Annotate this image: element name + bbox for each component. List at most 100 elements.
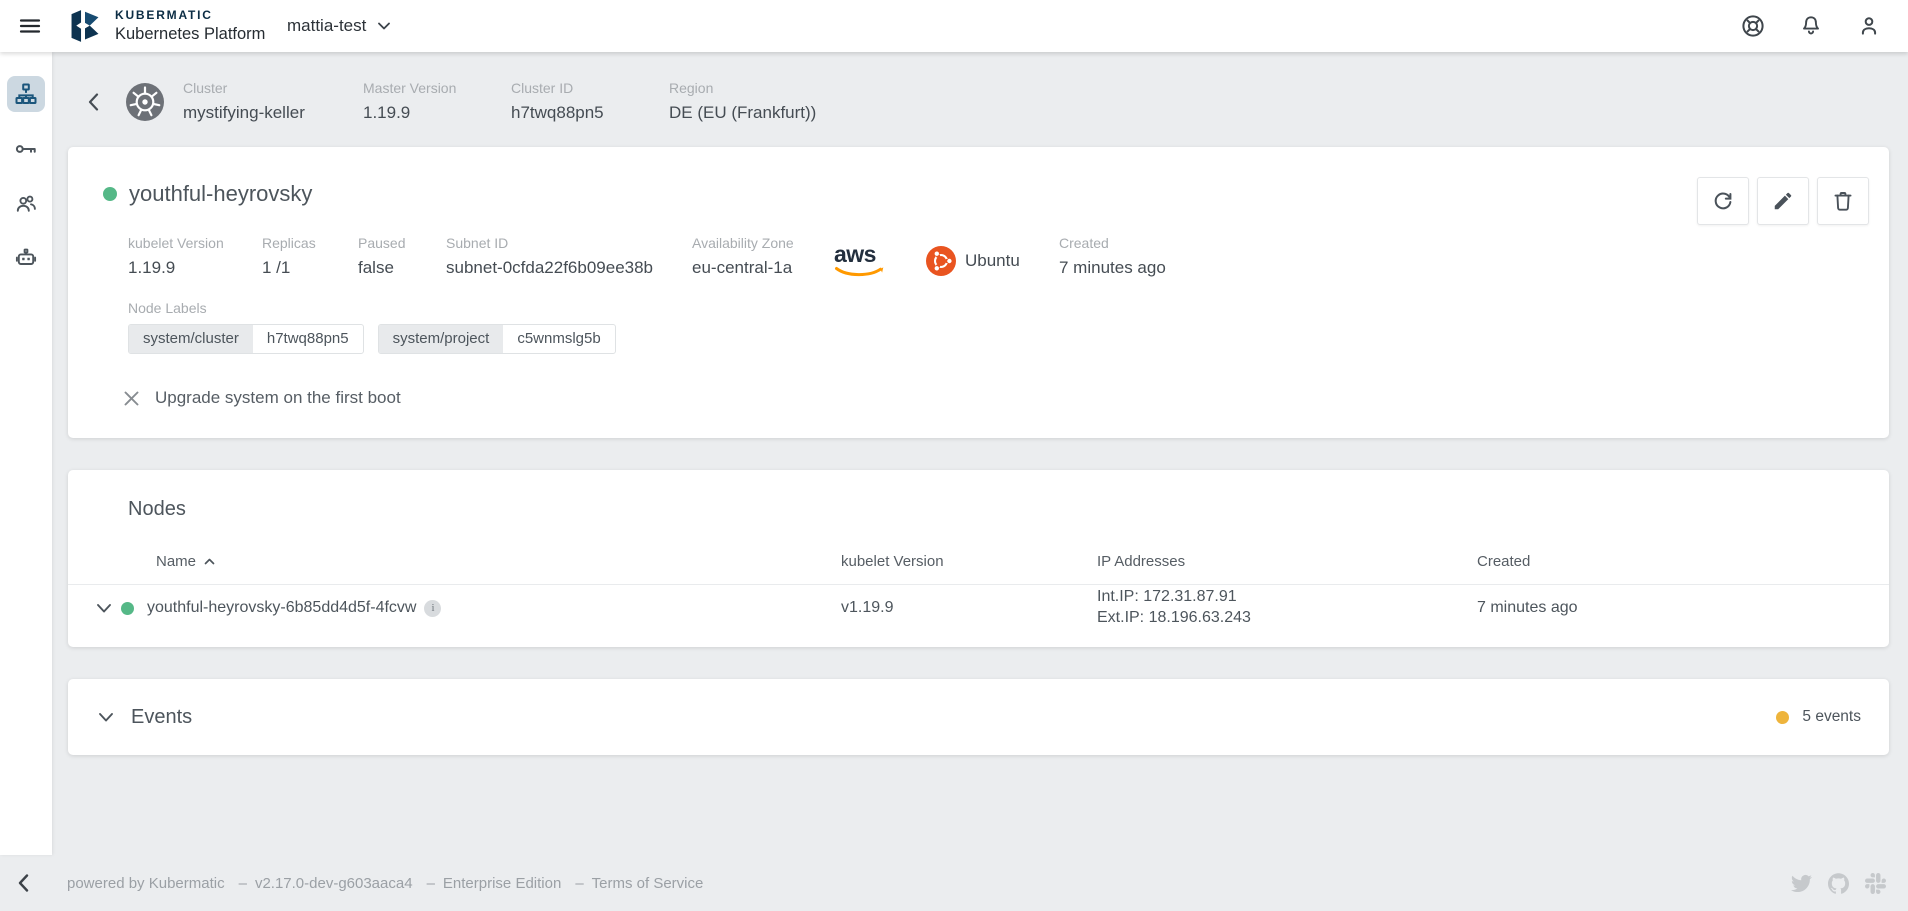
field-label: Master Version bbox=[363, 80, 493, 96]
kubernetes-icon bbox=[125, 82, 165, 122]
paused: false bbox=[358, 258, 446, 278]
node-labels-block: Node Labels system/cluster h7twq88pn5 sy… bbox=[128, 300, 1869, 354]
delete-button[interactable] bbox=[1817, 177, 1869, 225]
node-ip-addresses: Int.IP: 172.31.87.91 Ext.IP: 18.196.63.2… bbox=[1097, 587, 1477, 629]
column-header-created: Created bbox=[1477, 553, 1889, 570]
column-header-kubelet-version: kubelet Version bbox=[841, 553, 1097, 570]
refresh-button[interactable] bbox=[1697, 177, 1749, 225]
project-name: mattia-test bbox=[287, 16, 366, 36]
kubelet-version-field: kubelet Version 1.19.9 bbox=[128, 235, 262, 278]
hamburger-menu-icon[interactable] bbox=[14, 10, 46, 42]
os-name: Ubuntu bbox=[965, 251, 1020, 271]
node-label-chip: system/project c5wnmslg5b bbox=[378, 324, 616, 354]
aws-logo: aws bbox=[834, 243, 926, 278]
availability-zone: eu-central-1a bbox=[692, 258, 834, 278]
sidebar bbox=[0, 52, 52, 855]
twitter-icon[interactable] bbox=[1791, 873, 1812, 894]
events-heading: Events bbox=[131, 706, 192, 729]
sidebar-item-clusters[interactable] bbox=[7, 76, 45, 112]
brand-subtitle: Kubernetes Platform bbox=[115, 25, 265, 44]
subnet-id-field: Subnet ID subnet-0cfda22f6b09ee38b bbox=[446, 235, 692, 278]
events-count: 5 events bbox=[1802, 708, 1861, 726]
nodes-table-header: Name kubelet Version IP Addresses Create… bbox=[68, 553, 1889, 585]
nodes-card: Nodes Name kubelet Version IP Addresses … bbox=[68, 470, 1889, 647]
field-label: Cluster ID bbox=[511, 80, 651, 96]
sidebar-collapse-button[interactable] bbox=[14, 870, 33, 896]
replicas: 1 /1 bbox=[262, 258, 358, 278]
cluster-summary-bar: Cluster mystifying-keller Master Version… bbox=[68, 52, 1889, 147]
machine-deployment-title: youthful-heyrovsky bbox=[129, 181, 312, 207]
cluster-field: Cluster mystifying-keller bbox=[183, 80, 345, 123]
operating-system: Ubuntu bbox=[926, 246, 1059, 278]
edition: Enterprise Edition bbox=[443, 875, 561, 892]
field-label: Subnet ID bbox=[446, 235, 692, 251]
paused-field: Paused false bbox=[358, 235, 446, 278]
row-expand-button[interactable] bbox=[96, 603, 112, 614]
internal-ip: Int.IP: 172.31.87.91 bbox=[1097, 587, 1477, 608]
github-icon[interactable] bbox=[1828, 873, 1849, 894]
powered-by: powered by Kubermatic bbox=[67, 875, 225, 892]
kubermatic-logo bbox=[66, 7, 104, 45]
help-icon[interactable] bbox=[1740, 13, 1766, 39]
app-version: v2.17.0-dev-g603aaca4 bbox=[255, 875, 413, 892]
top-bar: KUBERMATIC Kubernetes Platform mattia-te… bbox=[0, 0, 1908, 52]
edit-icon bbox=[1772, 190, 1794, 212]
delete-icon bbox=[1831, 189, 1855, 213]
availability-zone-field: Availability Zone eu-central-1a bbox=[692, 235, 834, 278]
brand[interactable]: KUBERMATIC Kubernetes Platform bbox=[66, 7, 265, 45]
footer: powered by Kubermatic – v2.17.0-dev-g603… bbox=[0, 855, 1908, 911]
node-label-chip: system/cluster h7twq88pn5 bbox=[128, 324, 364, 354]
region: DE (EU (Frankfurt)) bbox=[669, 103, 816, 123]
project-selector[interactable]: mattia-test bbox=[287, 16, 390, 36]
chevron-down-icon bbox=[378, 22, 390, 30]
cluster-id: h7twq88pn5 bbox=[511, 103, 651, 123]
cluster-name: mystifying-keller bbox=[183, 103, 345, 123]
field-label: Created bbox=[1059, 235, 1166, 251]
chevron-down-icon bbox=[98, 712, 114, 723]
sidebar-item-service-accounts[interactable] bbox=[7, 241, 45, 277]
master-version: 1.19.9 bbox=[363, 103, 493, 123]
sidebar-serviceaccounts-icon bbox=[14, 247, 38, 271]
sidebar-item-ssh-keys[interactable] bbox=[7, 131, 45, 167]
user-icon[interactable] bbox=[1856, 13, 1882, 39]
field-label: Cluster bbox=[183, 80, 345, 96]
replicas-field: Replicas 1 /1 bbox=[262, 235, 358, 278]
refresh-icon bbox=[1711, 189, 1735, 213]
slack-icon[interactable] bbox=[1865, 873, 1886, 894]
field-label: Replicas bbox=[262, 235, 358, 251]
events-card: Events 5 events bbox=[68, 679, 1889, 755]
label-value: c5wnmslg5b bbox=[503, 325, 614, 353]
close-icon bbox=[123, 390, 140, 407]
events-warning-dot bbox=[1776, 711, 1789, 724]
terms-of-service-link[interactable]: Terms of Service bbox=[592, 875, 704, 892]
cluster-id-field: Cluster ID h7twq88pn5 bbox=[511, 80, 651, 123]
created-field: Created 7 minutes ago bbox=[1059, 235, 1166, 278]
chevron-left-icon bbox=[18, 874, 29, 892]
events-expander[interactable]: Events bbox=[98, 706, 192, 729]
node-table-row: youthful-heyrovsky-6b85dd4d5f-4fcvw v1.1… bbox=[68, 585, 1889, 647]
aws-logo-text: aws bbox=[834, 243, 876, 266]
bell-icon[interactable] bbox=[1798, 13, 1824, 39]
upgrade-note: Upgrade system on the first boot bbox=[155, 388, 401, 408]
label-key: system/cluster bbox=[129, 325, 253, 353]
region-field: Region DE (EU (Frankfurt)) bbox=[669, 80, 816, 123]
sidebar-sshkeys-icon bbox=[14, 137, 38, 161]
edit-button[interactable] bbox=[1757, 177, 1809, 225]
sidebar-item-members[interactable] bbox=[7, 186, 45, 222]
field-label: Availability Zone bbox=[692, 235, 834, 251]
chevron-down-icon bbox=[96, 603, 112, 614]
node-status-dot bbox=[121, 602, 134, 615]
nodes-heading: Nodes bbox=[68, 498, 1889, 521]
label-value: h7twq88pn5 bbox=[253, 325, 363, 353]
status-dot bbox=[103, 187, 117, 201]
created-value: 7 minutes ago bbox=[1059, 258, 1166, 278]
field-label: Paused bbox=[358, 235, 446, 251]
main-content: Cluster mystifying-keller Master Version… bbox=[52, 52, 1908, 855]
back-button[interactable] bbox=[84, 89, 103, 115]
external-ip: Ext.IP: 18.196.63.243 bbox=[1097, 608, 1477, 629]
kubelet-version: 1.19.9 bbox=[128, 258, 262, 278]
column-header-name[interactable]: Name bbox=[68, 553, 841, 570]
master-version-field: Master Version 1.19.9 bbox=[363, 80, 493, 123]
info-icon[interactable] bbox=[424, 600, 441, 617]
upgrade-on-boot-row: Upgrade system on the first boot bbox=[123, 388, 1869, 408]
